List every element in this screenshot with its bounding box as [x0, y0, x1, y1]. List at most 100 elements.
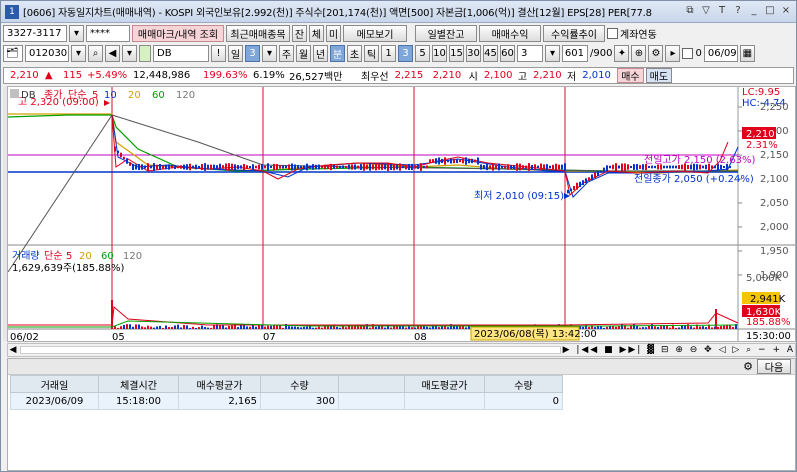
unfilled-button[interactable]: 미	[326, 25, 341, 42]
scroll-controls[interactable]: ▶ |◀◀ ■ ▶▶| ▓ ⊟ ⊕ ⊖ ✥ ◁ ▷ ⌕ − + A	[563, 345, 795, 355]
window: 1 [0606] 자동일지차트(매매내역) - KOSPI 외국인보유[2.99…	[0, 0, 797, 472]
scroll-left-icon[interactable]: ◀	[8, 345, 18, 355]
chart-nav-icon[interactable]: ▸	[665, 45, 681, 62]
buy-button[interactable]: 매수	[617, 68, 644, 83]
password-input[interactable]: ****	[86, 25, 130, 42]
code-input[interactable]: 012030	[25, 45, 69, 62]
candle	[516, 163, 518, 171]
candle	[618, 165, 620, 169]
minimize-icon[interactable]: _	[748, 4, 760, 18]
candle	[390, 164, 392, 170]
volume-bar	[345, 327, 347, 329]
tab-day[interactable]: 일	[228, 45, 243, 62]
speaker-icon[interactable]: ◀	[105, 45, 120, 62]
minute-45[interactable]: 45	[483, 45, 498, 62]
volume-bar	[300, 327, 302, 329]
tab-minute[interactable]: 분	[330, 45, 345, 62]
price-chart[interactable]: 고 2,320 (09:00) 최저 2,010 (09:15) 전일고가 2,…	[7, 86, 796, 342]
chart-tools-icon[interactable]: ✦	[614, 45, 630, 62]
candle	[294, 164, 296, 170]
trade-amount: 26,527백만	[289, 72, 343, 83]
fill-button[interactable]: 체	[309, 25, 324, 42]
tab-tick[interactable]: 틱	[364, 45, 379, 62]
history-icon[interactable]: 🗂	[3, 45, 23, 62]
tab-second[interactable]: 초	[347, 45, 362, 62]
candle	[369, 163, 371, 171]
minute-60[interactable]: 60	[500, 45, 515, 62]
search-icon[interactable]: ⌕	[88, 45, 103, 62]
volume-bar	[690, 326, 692, 329]
maximize-icon[interactable]: □	[764, 4, 776, 18]
speaker-dropdown[interactable]: ▾	[122, 45, 137, 62]
minute-10[interactable]: 10	[432, 45, 447, 62]
scroll-track[interactable]	[20, 346, 561, 354]
recent-trades-button[interactable]: 최근매매종목	[226, 25, 290, 42]
gear-icon[interactable]: ⚙	[743, 360, 753, 373]
sell-button[interactable]: 매도	[645, 68, 673, 83]
tile-icon[interactable]: ⧉	[684, 4, 696, 18]
font-icon[interactable]: T	[716, 4, 728, 18]
candle	[267, 163, 269, 171]
balance-button[interactable]: 잔	[292, 25, 307, 42]
account-dropdown[interactable]: ▾	[69, 25, 84, 42]
code-dropdown[interactable]: ▾	[71, 45, 86, 62]
candle	[399, 163, 401, 171]
tab-month[interactable]: 월	[296, 45, 311, 62]
volume: 12,448,986	[133, 70, 191, 81]
help-icon[interactable]: ?	[732, 4, 744, 18]
daily-balance-button[interactable]: 일별잔고	[415, 25, 477, 42]
interval-spin[interactable]: ▾	[545, 45, 560, 62]
volume-bar	[633, 324, 635, 329]
candle	[186, 164, 188, 170]
chart-menu-icon[interactable]	[10, 89, 19, 98]
account-input[interactable]: 3327-3117	[3, 25, 67, 42]
date-prefix: 0	[695, 48, 702, 59]
low-marker: 최저 2,010 (09:15)	[474, 190, 570, 202]
exclaim-button[interactable]: !	[211, 45, 226, 62]
interval-dropdown[interactable]: ▾	[262, 45, 277, 62]
minute-30[interactable]: 30	[466, 45, 481, 62]
minute-3[interactable]: 3	[398, 45, 413, 62]
candle	[234, 164, 236, 170]
count-input[interactable]: 601	[562, 45, 588, 62]
date-input[interactable]: 06/09	[703, 45, 738, 62]
col-sell-avg: 매도평균가	[404, 375, 485, 393]
profit-trend-button[interactable]: 수익률추이	[543, 25, 605, 42]
tab-interval[interactable]: 3	[245, 45, 260, 62]
chart-scrollbar[interactable]: ◀ ▶ |◀◀ ■ ▶▶| ▓ ⊟ ⊕ ⊖ ✥ ◁ ▷ ⌕ − + A	[7, 343, 796, 357]
tab-week[interactable]: 주	[279, 45, 294, 62]
candle	[654, 165, 656, 169]
minute-1[interactable]: 1	[381, 45, 396, 62]
chart-add-icon[interactable]: ⊕	[631, 45, 647, 62]
y-tick-label: 2,250	[760, 102, 789, 113]
table-row[interactable]: 2023/06/09 15:18:00 2,165 300 0	[10, 392, 563, 410]
tab-year[interactable]: 년	[313, 45, 328, 62]
calendar-icon[interactable]: ▦	[739, 45, 755, 62]
dropdown-icon[interactable]: ▽	[700, 4, 712, 18]
candle	[540, 163, 542, 171]
volume-bar	[636, 325, 638, 329]
minute-5[interactable]: 5	[415, 45, 430, 62]
candle	[330, 163, 332, 171]
chart-set-icon[interactable]: ⚙	[648, 45, 664, 62]
interval-input[interactable]: 3	[517, 45, 543, 62]
date-checkbox[interactable]	[682, 48, 694, 59]
candle	[165, 164, 167, 170]
trade-mark-button[interactable]: 매매마크/내역 조회	[132, 25, 224, 42]
candle	[240, 165, 242, 169]
cell-blank	[338, 392, 405, 410]
volume-bar	[639, 327, 641, 329]
candle	[630, 165, 632, 169]
trade-profit-button[interactable]: 매매수익	[479, 25, 541, 42]
candle	[483, 164, 485, 170]
candle	[210, 164, 212, 170]
memo-button[interactable]: 메모보기	[343, 25, 407, 42]
volume-bar	[135, 324, 137, 329]
volume-bar	[447, 327, 449, 329]
chart-canvas[interactable]: 고 2,320 (09:00) 최저 2,010 (09:15) 전일고가 2,…	[8, 87, 796, 342]
minute-15[interactable]: 15	[449, 45, 464, 62]
close-icon[interactable]: ×	[780, 4, 792, 18]
next-button[interactable]: 다음	[757, 359, 791, 374]
account-link-checkbox[interactable]: 계좌연동	[607, 26, 657, 41]
open-price: 2,100	[483, 70, 513, 81]
